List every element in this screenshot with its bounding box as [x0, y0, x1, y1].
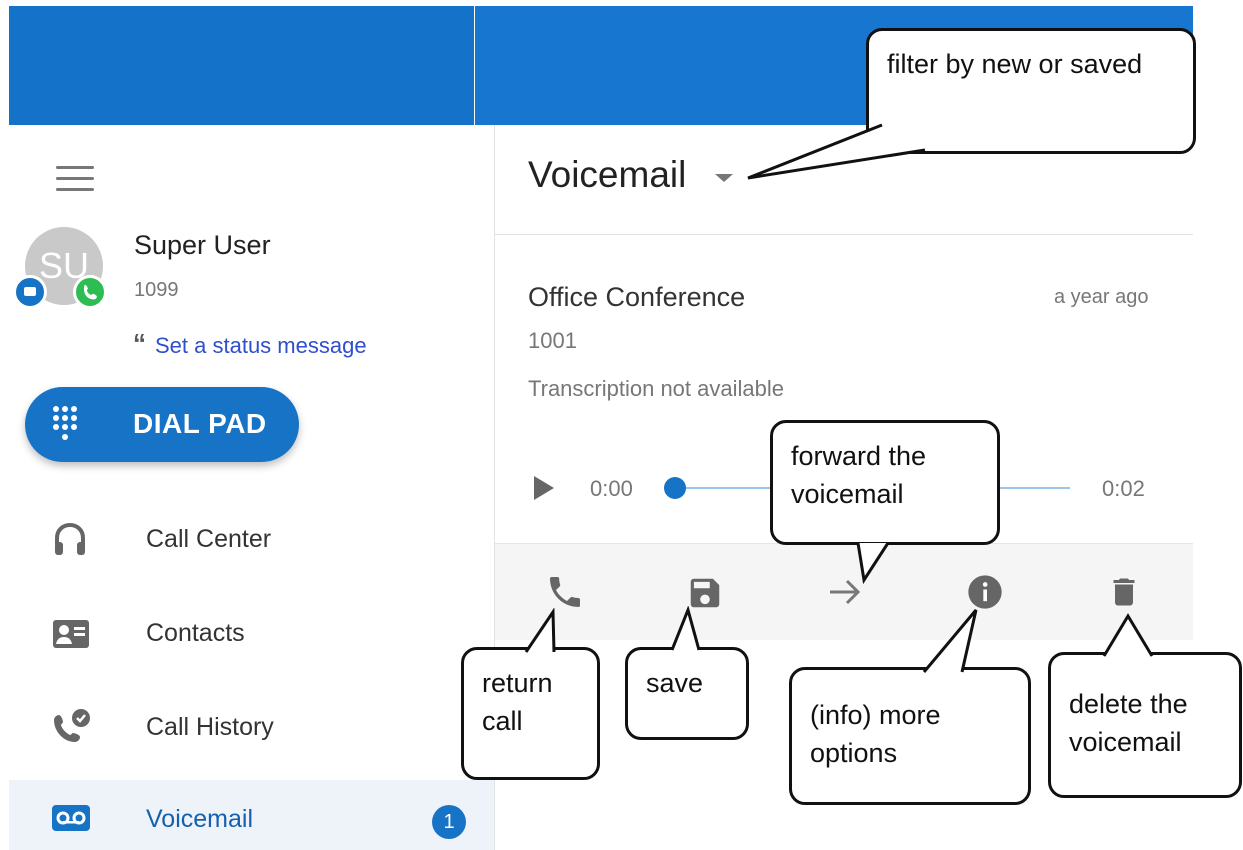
- callout-pointer: [856, 542, 890, 585]
- dial-pad-label: DIAL PAD: [133, 408, 267, 439]
- callout-pointer: [670, 606, 701, 651]
- user-name: Super User: [134, 230, 271, 260]
- dialpad-grid-icon: [53, 406, 77, 440]
- chat-presence-icon: [13, 275, 47, 309]
- voicemail-icon: [52, 805, 90, 831]
- page-title[interactable]: Voicemail: [528, 154, 686, 196]
- unread-count-badge: 1: [432, 805, 466, 839]
- call-history-icon: [54, 709, 90, 742]
- sidebar-item-label: Contacts: [146, 619, 245, 647]
- phone-icon[interactable]: [545, 572, 585, 612]
- callout-text: (info) more options: [810, 700, 941, 768]
- callout-text: save: [646, 668, 704, 698]
- sidebar-item-label: Call Center: [146, 525, 272, 553]
- header-bar-left: [9, 6, 474, 125]
- title-divider: [495, 234, 1193, 235]
- sidebar-item-call-history[interactable]: Call History: [9, 685, 494, 767]
- callout-save: save: [625, 647, 749, 740]
- play-icon[interactable]: [534, 476, 554, 500]
- set-status-link[interactable]: Set a status message: [155, 333, 367, 359]
- contact-card-icon: [53, 620, 89, 648]
- voicemail-timestamp: a year ago: [1054, 286, 1149, 308]
- playback-slider-thumb[interactable]: [664, 477, 686, 499]
- callout-forward: forward the voicemail: [770, 420, 1000, 545]
- quote-icon: “: [133, 328, 146, 358]
- headset-icon: [55, 522, 85, 555]
- sidebar-item-label: Call History: [146, 713, 274, 741]
- callout-pointer: [1102, 613, 1154, 657]
- callout-info: (info) more options: [789, 667, 1031, 805]
- caret-down-icon[interactable]: [715, 174, 733, 182]
- callout-pointer: [524, 608, 556, 653]
- sidebar-item-label: Voicemail: [146, 805, 253, 833]
- playback-position: 0:00: [590, 476, 633, 501]
- sidebar-item-call-center[interactable]: Call Center: [9, 498, 494, 580]
- callout-text: forward the voicemail: [791, 441, 927, 509]
- callout-text: delete the voicemail: [1069, 689, 1188, 757]
- trash-icon[interactable]: [1106, 572, 1142, 612]
- callout-pointer: [747, 123, 926, 180]
- voicemail-caller-name: Office Conference: [528, 282, 746, 312]
- voicemail-action-bar: [495, 543, 1193, 640]
- sidebar-item-voicemail[interactable]: Voicemail 1: [9, 780, 494, 850]
- playback-duration: 0:02: [1102, 476, 1145, 501]
- callout-text: return call: [482, 668, 553, 736]
- callout-delete: delete the voicemail: [1048, 652, 1242, 798]
- callout-pointer: [922, 609, 978, 673]
- voicemail-caller-number: 1001: [528, 328, 577, 353]
- sidebar-item-contacts[interactable]: Contacts: [9, 592, 494, 674]
- phone-presence-icon: [73, 275, 107, 309]
- callout-text: filter by new or saved: [887, 49, 1143, 79]
- user-extension: 1099: [134, 279, 179, 301]
- callout-return-call: return call: [461, 647, 600, 780]
- voicemail-transcription: Transcription not available: [528, 376, 784, 401]
- hamburger-menu-icon[interactable]: [56, 164, 96, 194]
